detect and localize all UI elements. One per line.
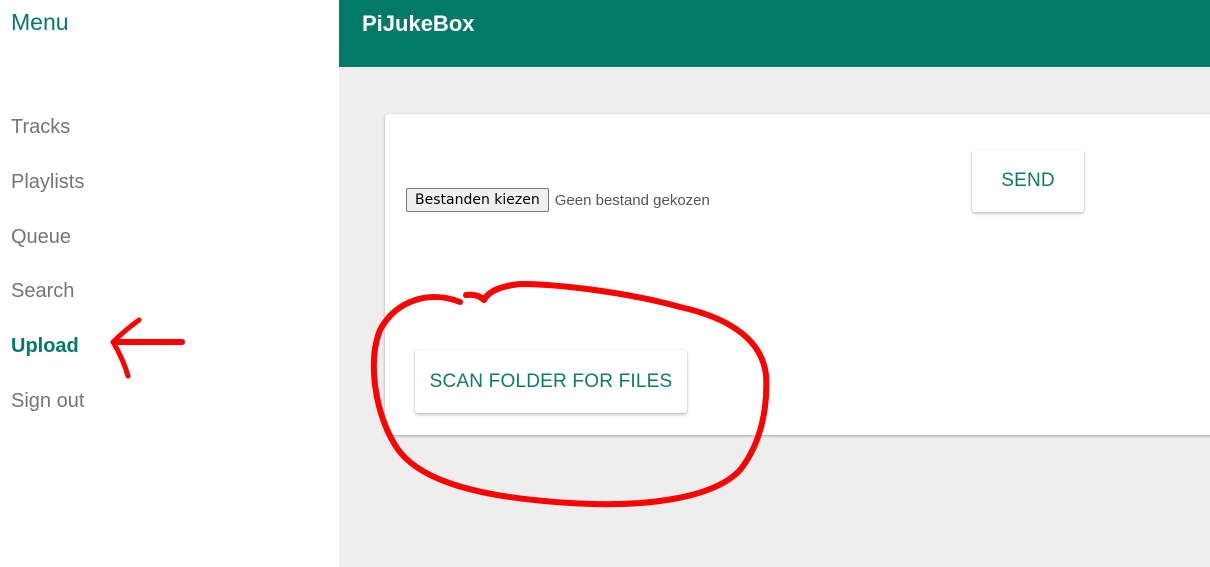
sidebar: Menu Tracks Playlists Queue Search Uploa…	[0, 0, 339, 567]
choose-files-button[interactable]: Bestanden kiezen	[406, 188, 549, 212]
sidebar-item-queue[interactable]: Queue	[11, 226, 71, 249]
sidebar-item-tracks[interactable]: Tracks	[11, 116, 70, 139]
sidebar-item-upload[interactable]: Upload	[11, 335, 79, 358]
app-window: Menu Tracks Playlists Queue Search Uploa…	[0, 0, 1210, 567]
file-status-text: Geen bestand gekozen	[554, 191, 710, 209]
sidebar-item-sign-out[interactable]: Sign out	[11, 390, 84, 413]
main-content: Bestanden kiezen Geen bestand gekozen SE…	[339, 67, 1210, 567]
sidebar-title: Menu	[11, 9, 69, 35]
app-header: PiJukeBox	[339, 0, 1210, 67]
sidebar-item-playlists[interactable]: Playlists	[11, 171, 84, 194]
app-title: PiJukeBox	[362, 11, 475, 36]
sidebar-item-search[interactable]: Search	[11, 280, 74, 303]
scan-folder-button[interactable]: SCAN FOLDER FOR FILES	[415, 350, 687, 413]
send-button[interactable]: SEND	[972, 150, 1084, 212]
file-input: Bestanden kiezen Geen bestand gekozen	[406, 188, 710, 212]
upload-card: Bestanden kiezen Geen bestand gekozen SE…	[385, 114, 1210, 435]
